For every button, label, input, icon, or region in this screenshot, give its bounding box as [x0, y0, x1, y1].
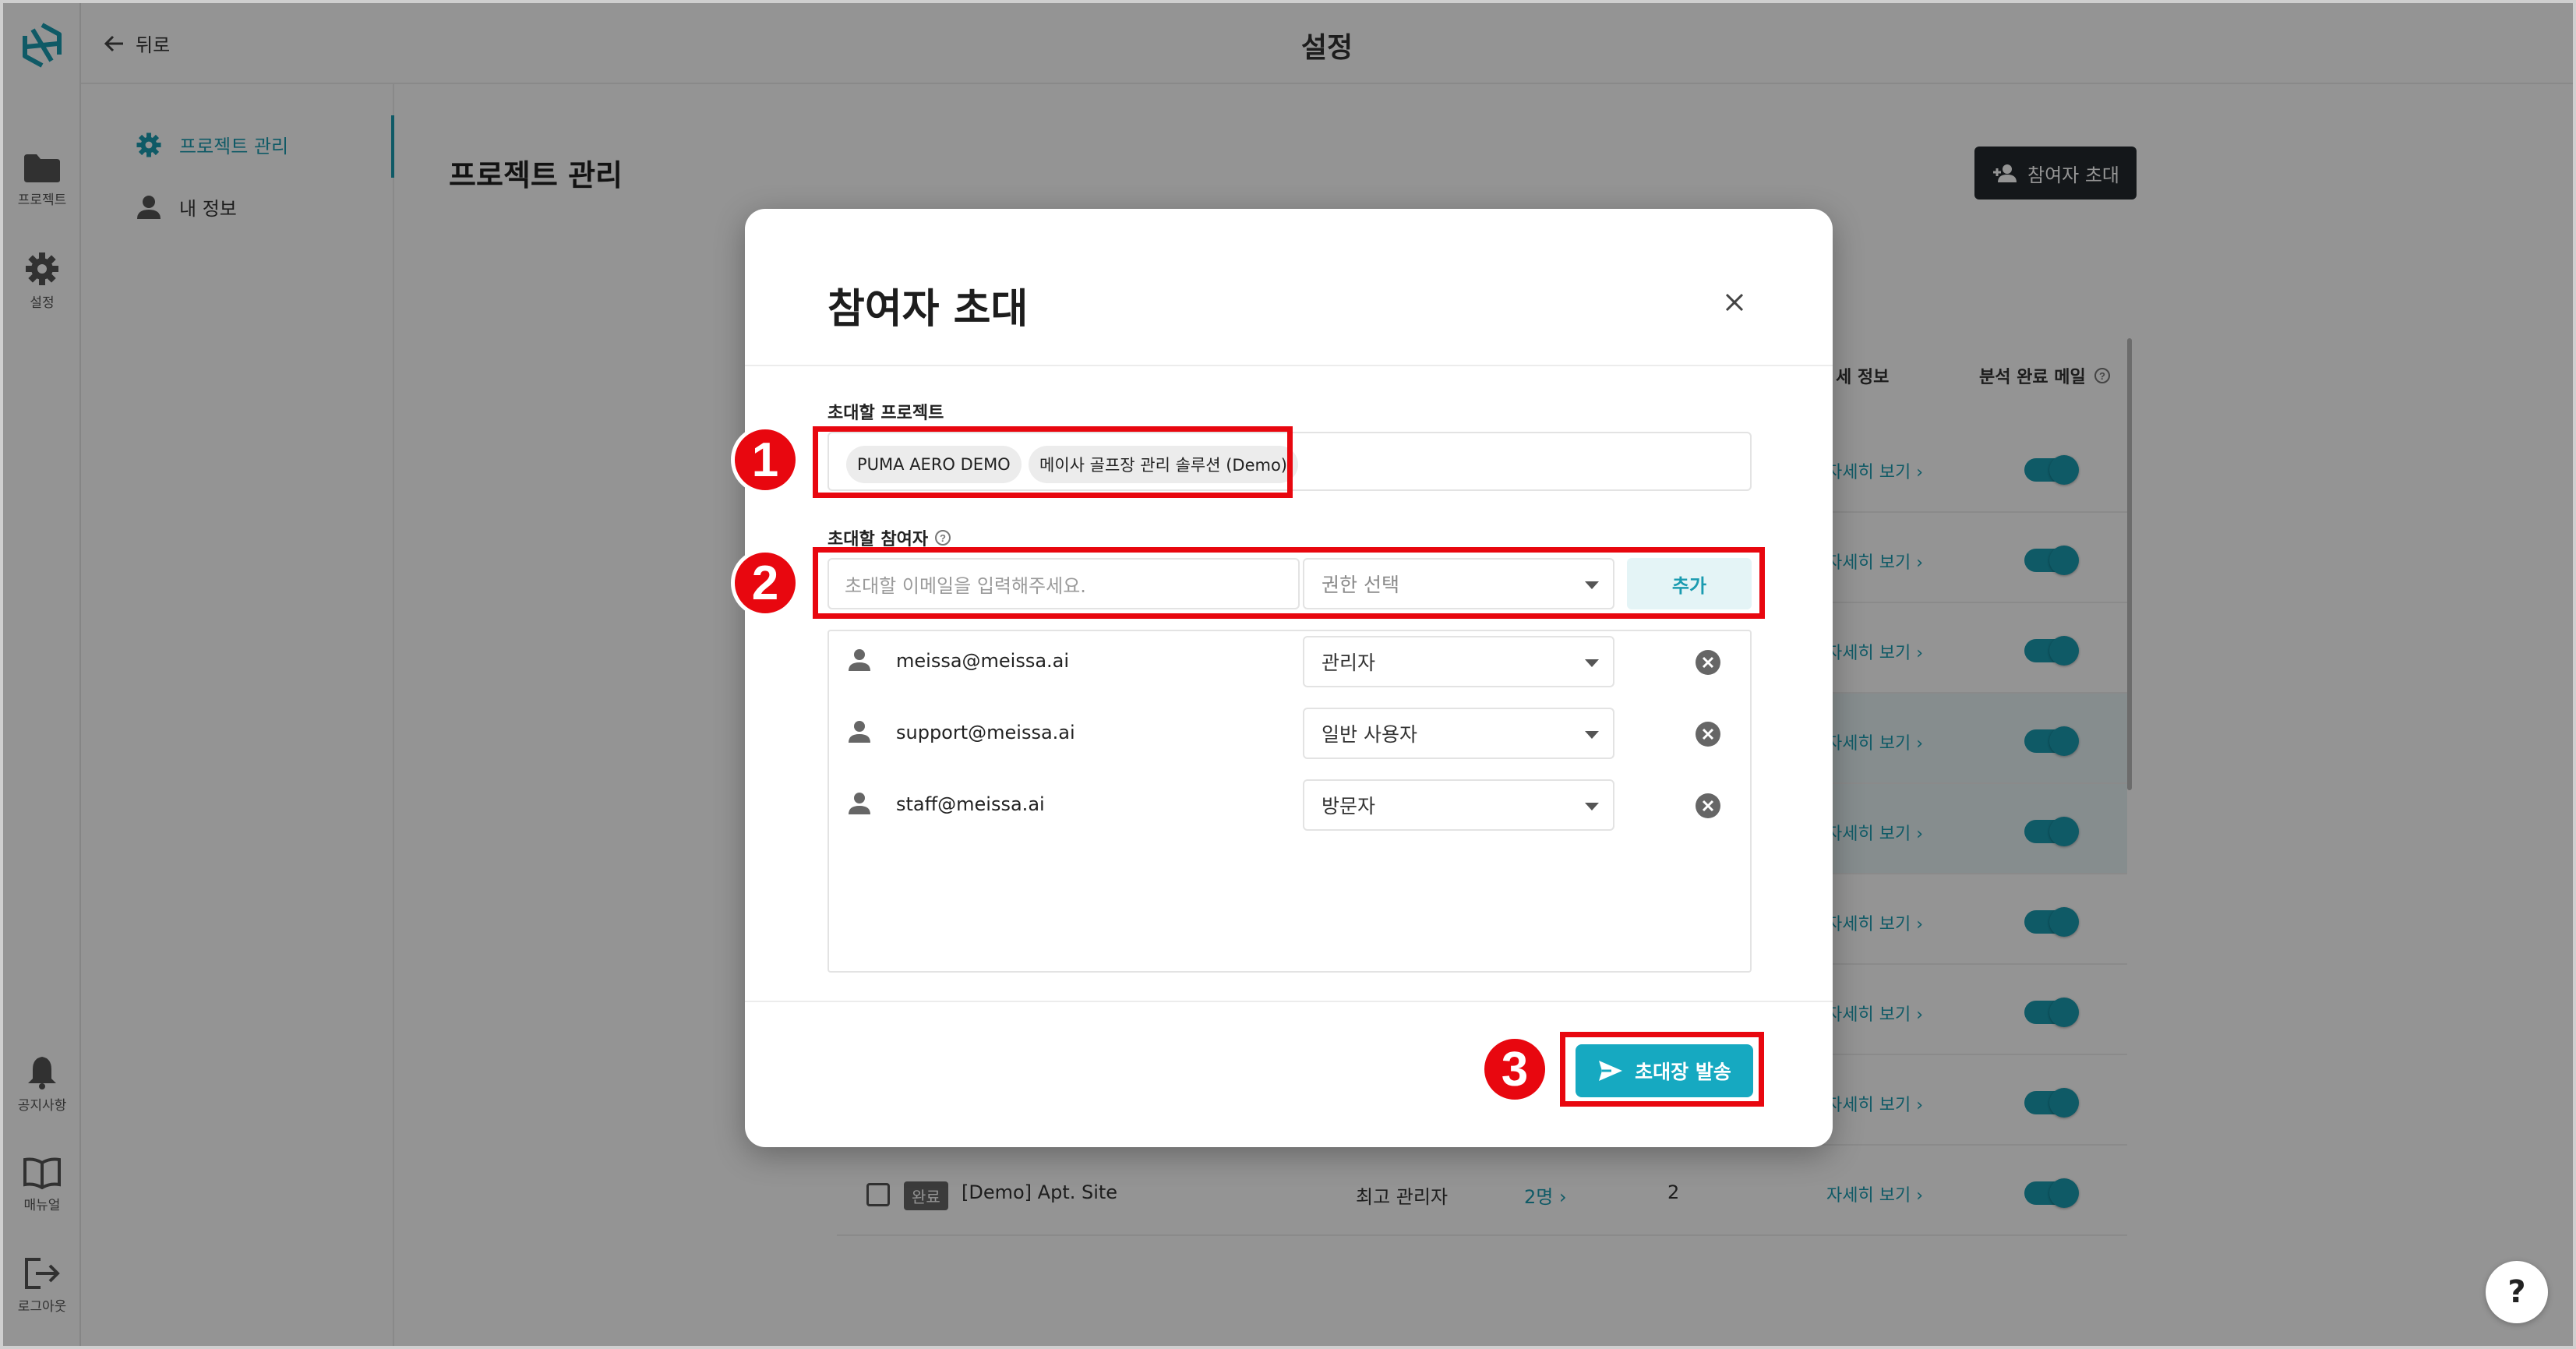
modal-divider	[745, 365, 1833, 366]
participant-role-value: 관리자	[1322, 652, 1376, 674]
chevron-down-icon	[1585, 803, 1599, 810]
person-icon	[849, 793, 870, 814]
list-item: staff@meissa.ai 방문자	[829, 775, 1753, 837]
project-field-label: 초대할 프로젝트	[827, 404, 944, 423]
list-item: meissa@meissa.ai 관리자	[829, 631, 1753, 694]
annotation-number-2: 2	[731, 549, 799, 617]
modal-title: 참여자 초대	[827, 286, 1029, 333]
close-icon[interactable]	[1719, 287, 1750, 318]
participant-email: staff@meissa.ai	[896, 793, 1045, 815]
list-item: support@meissa.ai 일반 사용자	[829, 703, 1753, 765]
help-circle-icon[interactable]: ?	[934, 529, 951, 546]
participant-role-select[interactable]: 관리자	[1303, 636, 1614, 687]
modal-divider	[745, 1001, 1833, 1002]
participant-email: support@meissa.ai	[896, 722, 1075, 743]
annotation-box-project	[813, 426, 1293, 498]
annotation-box-participant	[813, 547, 1765, 619]
person-icon	[849, 721, 870, 743]
person-icon	[849, 649, 870, 671]
annotation-box-send	[1560, 1032, 1764, 1107]
svg-text:?: ?	[940, 532, 946, 544]
remove-circle-icon[interactable]	[1694, 648, 1722, 676]
participant-list: meissa@meissa.ai 관리자 support@meissa.ai 일…	[827, 630, 1752, 973]
annotation-number-1: 1	[731, 426, 799, 494]
annotation-number-3: 3	[1480, 1035, 1549, 1104]
chevron-down-icon	[1585, 731, 1599, 739]
remove-circle-icon[interactable]	[1694, 720, 1722, 748]
participant-role-value: 방문자	[1322, 795, 1376, 818]
participant-role-select[interactable]: 일반 사용자	[1303, 708, 1614, 759]
chevron-down-icon	[1585, 659, 1599, 667]
help-button[interactable]: ?	[2486, 1261, 2548, 1323]
remove-circle-icon[interactable]	[1694, 792, 1722, 820]
participant-role-value: 일반 사용자	[1322, 723, 1417, 746]
invite-participant-modal: 참여자 초대 초대할 프로젝트 PUMA AERO DEMO 메이사 골프장 관…	[745, 209, 1833, 1147]
participant-email: meissa@meissa.ai	[896, 650, 1070, 672]
participant-role-select[interactable]: 방문자	[1303, 779, 1614, 831]
